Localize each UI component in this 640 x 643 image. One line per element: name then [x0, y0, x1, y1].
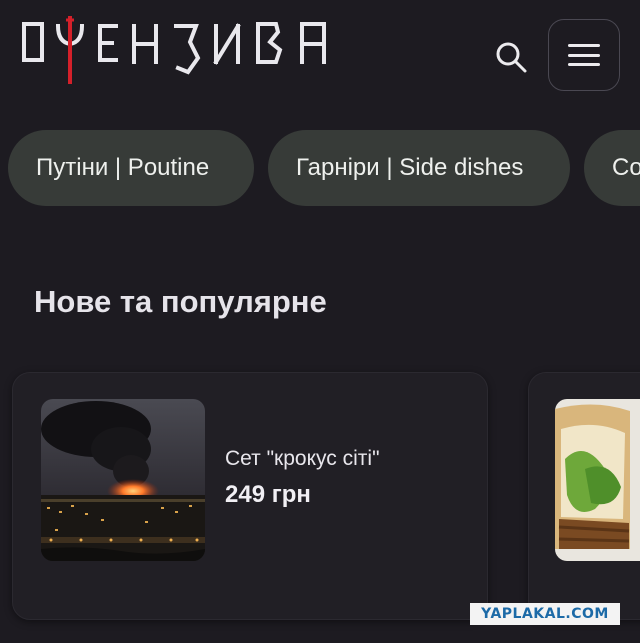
page: Путіни | Poutine Гарніри | Side dishes C…: [0, 0, 640, 643]
menu-button[interactable]: [548, 19, 620, 91]
category-chip-side-dishes[interactable]: Гарніри | Side dishes: [268, 130, 570, 206]
logo[interactable]: [20, 14, 330, 86]
search-button[interactable]: [488, 34, 534, 80]
product-card[interactable]: [528, 372, 640, 620]
product-image: [41, 399, 205, 561]
product-card[interactable]: Сет "крокус сіті" 249 грн: [12, 372, 488, 620]
product-price: 249 грн: [225, 481, 311, 508]
header: [0, 0, 640, 110]
sandwich-photo: [555, 399, 640, 561]
category-chip-poutine[interactable]: Путіни | Poutine: [8, 130, 254, 206]
night-fire-smoke-photo: [41, 399, 205, 561]
logo-wordmark: [22, 16, 326, 84]
search-icon: [496, 42, 527, 73]
category-chip-partial[interactable]: Co: [584, 130, 640, 206]
product-name: Сет "крокус сіті": [225, 447, 380, 470]
section-title: Нове та популярне: [34, 284, 327, 319]
hamburger-menu-icon: [568, 44, 600, 66]
category-chips: Путіни | Poutine Гарніри | Side dishes C…: [0, 130, 640, 208]
product-image: [555, 399, 640, 561]
watermark: YAPLAKAL.COM: [470, 603, 620, 625]
